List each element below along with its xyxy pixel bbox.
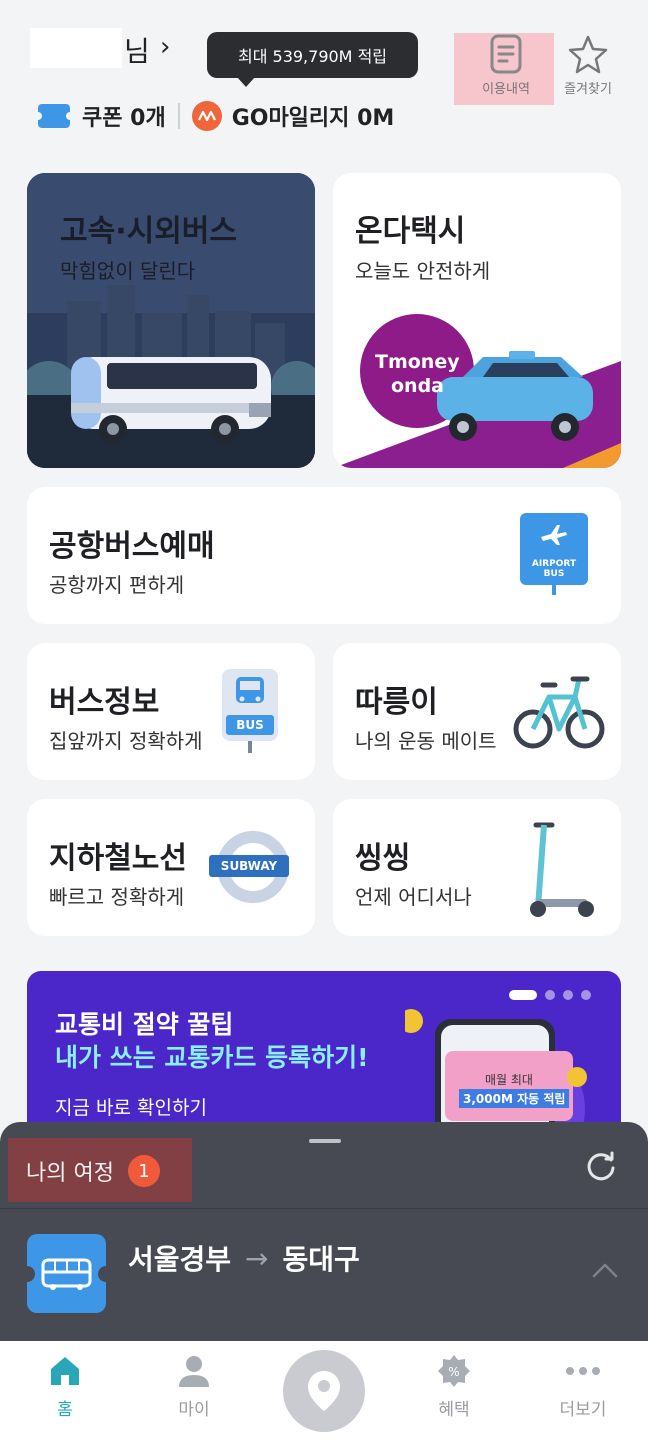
favorites-label: 즐겨찾기	[564, 82, 612, 97]
airport-bus-title: 공항버스예매	[49, 529, 215, 564]
airport-bus-subtitle: 공항까지 편하게	[49, 573, 185, 597]
airport-bus-card[interactable]: 공항버스예매 공항까지 편하게 AIRPORT BUS	[27, 487, 621, 624]
bottom-navigation: 홈 마이 % 혜택 더보기	[0, 1341, 648, 1441]
svg-text:%: %	[448, 1365, 459, 1379]
airport-sign-line1: AIRPORT	[531, 559, 577, 569]
banner-card-line1: 매월 최대	[485, 1073, 533, 1087]
nav-benefits[interactable]: % 혜택	[414, 1353, 494, 1420]
bus-info-subtitle: 집앞까지 정확하게	[49, 729, 203, 753]
user-honorific[interactable]: 님	[124, 30, 150, 70]
journey-count-badge: 1	[127, 1155, 160, 1187]
subway-sign-bar: SUBWAY	[209, 855, 289, 877]
coupon-count[interactable]: 쿠폰 0개	[82, 100, 166, 132]
scooter-icon	[530, 822, 594, 917]
nav-more-label: 더보기	[559, 1400, 607, 1420]
nav-my[interactable]: 마이	[154, 1353, 234, 1420]
phone-card-illustration	[405, 1009, 587, 1141]
bike-title: 따릉이	[355, 685, 438, 720]
express-bus-title: 고속·시외버스	[60, 214, 237, 249]
nav-benefits-label: 혜택	[438, 1400, 470, 1420]
user-name-masked[interactable]	[30, 28, 122, 68]
person-icon	[179, 1356, 209, 1387]
subway-title: 지하철노선	[49, 841, 187, 876]
scooter-subtitle: 언제 어디서나	[355, 885, 472, 909]
journey-header[interactable]: 나의 여정 1	[26, 1155, 160, 1187]
subway-map-card[interactable]: 지하철노선 빠르고 정확하게 SUBWAY	[27, 799, 315, 936]
wallet-summary: 쿠폰 0개 GO마일리지 0M	[34, 98, 395, 134]
sign-post	[248, 741, 252, 753]
sign-post	[552, 585, 556, 595]
ticket-icon	[34, 104, 74, 128]
bus-stop-sign-icon: BUS	[222, 669, 278, 741]
bus-sign-text: BUS	[236, 718, 264, 732]
mileage-icon	[191, 101, 222, 131]
bus-ticket-icon	[19, 1234, 114, 1313]
scooter-title: 씽씽	[355, 841, 411, 876]
airport-sign-line2: BUS	[543, 569, 565, 579]
banner-card-line2: 3,000M 자동 적립	[459, 1089, 570, 1108]
taxi-illustration	[333, 314, 621, 468]
tooltip-text: 최대 539,790M 적립	[237, 47, 388, 66]
location-button[interactable]	[283, 1350, 365, 1432]
nav-more[interactable]: 더보기	[543, 1353, 623, 1420]
banner-highlight: 내가 쓰는 교통카드 등록하기!	[55, 1043, 369, 1072]
express-bus-card[interactable]: 고속·시외버스 막힘없이 달린다	[27, 173, 315, 468]
journey-route[interactable]: 서울경부 → 동대구	[128, 1238, 360, 1278]
discount-badge-icon: %	[438, 1355, 470, 1387]
ssingssing-scooter-card[interactable]: 씽씽 언제 어디서나	[333, 799, 621, 936]
banner-headline: 교통비 절약 꿀팁	[55, 1010, 234, 1039]
onda-taxi-card[interactable]: 온다택시 오늘도 안전하게 Tmoney onda	[333, 173, 621, 468]
route-origin: 서울경부	[128, 1243, 232, 1276]
express-bus-subtitle: 막힘없이 달린다	[60, 259, 196, 283]
divider	[177, 103, 180, 129]
promo-banner[interactable]: 교통비 절약 꿀팁 내가 쓰는 교통카드 등록하기! 지금 바로 확인하기 매월…	[27, 971, 621, 1141]
arrow-right-icon: →	[245, 1241, 269, 1275]
nav-home[interactable]: 홈	[25, 1353, 105, 1420]
banner-cta: 지금 바로 확인하기	[55, 1097, 207, 1119]
bike-subtitle: 나의 운동 메이트	[355, 729, 497, 753]
bus-info-card[interactable]: 버스정보 집앞까지 정확하게 BUS	[27, 643, 315, 780]
history-button[interactable]: 이용내역	[470, 34, 542, 97]
more-dots-icon	[566, 1367, 600, 1375]
nav-my-label: 마이	[178, 1400, 210, 1420]
sheet-drag-handle[interactable]	[309, 1139, 341, 1143]
bus-info-title: 버스정보	[49, 685, 160, 720]
divider	[0, 1208, 648, 1209]
taxi-logo-line1: Tmoney	[375, 351, 460, 373]
mileage-balance[interactable]: GO마일리지 0M	[232, 100, 395, 132]
receipt-icon	[490, 34, 522, 74]
bicycle-icon	[513, 676, 605, 749]
chevron-right-icon[interactable]: ›	[160, 32, 170, 62]
home-icon	[51, 1357, 79, 1385]
favorites-button[interactable]: 즐겨찾기	[555, 34, 621, 97]
map-pin-icon	[308, 1371, 340, 1411]
journey-sheet[interactable]: 나의 여정 1 서울경부 → 동대구	[0, 1122, 648, 1342]
airport-sign-icon: AIRPORT BUS	[520, 513, 588, 585]
chevron-up-icon[interactable]	[592, 1262, 618, 1278]
ddareungi-bike-card[interactable]: 따릉이 나의 운동 메이트	[333, 643, 621, 780]
subway-subtitle: 빠르고 정확하게	[49, 885, 185, 909]
mileage-tooltip: 최대 539,790M 적립	[207, 32, 418, 87]
refresh-icon[interactable]	[584, 1150, 618, 1184]
taxi-logo-line2: onda	[391, 375, 445, 397]
history-label: 이용내역	[482, 82, 530, 97]
subway-sign-text: SUBWAY	[220, 859, 278, 873]
journey-title: 나의 여정	[26, 1161, 114, 1186]
route-destination: 동대구	[282, 1243, 360, 1276]
nav-home-label: 홈	[57, 1400, 73, 1420]
star-icon	[568, 35, 608, 74]
